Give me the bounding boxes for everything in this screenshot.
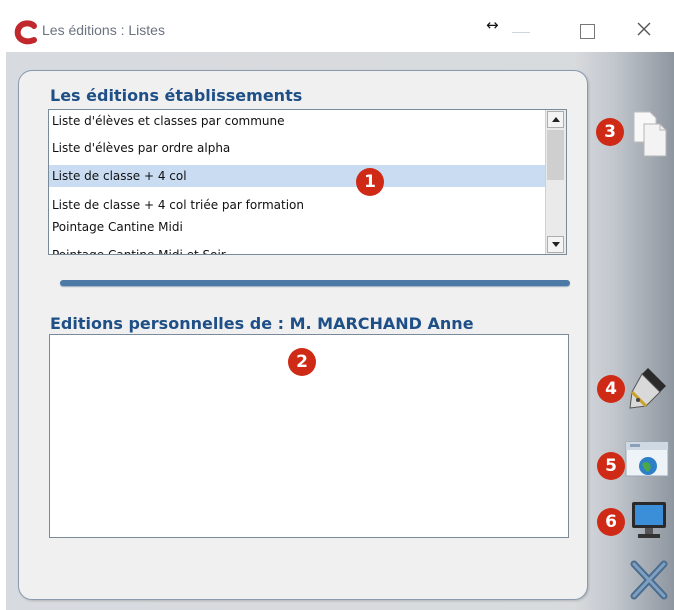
web-window-icon[interactable] [624,440,670,480]
callout-badge-5: 5 [597,452,625,480]
close-window-button[interactable] [635,20,653,38]
scroll-up-button[interactable] [547,111,564,128]
exit-x-icon[interactable] [628,558,670,602]
editions-list[interactable]: Liste d'élèves et classes par commune Li… [48,109,567,255]
callout-badge-1: 1 [356,168,384,196]
callout-badge-4: 4 [597,375,625,403]
scroll-thumb[interactable] [547,130,564,180]
list-item[interactable]: Liste de classe + 4 col triée par format… [49,194,546,216]
callout-badge-6: 6 [597,508,625,536]
monitor-icon[interactable] [628,500,670,542]
list-scrollbar[interactable] [545,110,566,254]
list-item-selected[interactable]: Liste de classe + 4 col [49,165,546,187]
copy-icon[interactable] [630,110,670,158]
maximize-button[interactable] [580,24,595,39]
window-title: Les éditions : Listes [42,22,165,38]
list-item[interactable]: Liste d'élèves et classes par commune [49,110,546,132]
title-bar: Les éditions : Listes ↔ [0,0,674,52]
list-item[interactable]: Pointage Cantine Midi [49,216,546,238]
editions-etablissements-title: Les éditions établissements [50,86,303,105]
list-item[interactable]: Liste d'élèves par ordre alpha [49,137,546,159]
pen-icon[interactable] [626,364,670,410]
resize-arrows-icon[interactable]: ↔ [486,16,499,34]
minimize-button[interactable] [512,32,530,33]
editions-personnelles-title: Editions personnelles de : M. MARCHAND A… [50,314,474,333]
list-item[interactable]: Pointage Cantine Midi et Soir [49,244,546,254]
app-logo-icon [14,20,37,45]
callout-badge-2: 2 [288,348,316,376]
splitter-bar[interactable] [60,280,570,286]
callout-badge-3: 3 [596,118,624,146]
scroll-down-button[interactable] [547,236,564,253]
